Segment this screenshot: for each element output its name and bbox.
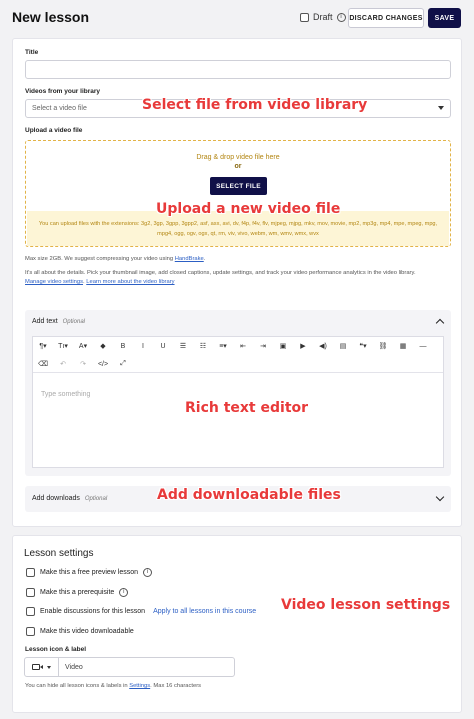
page-title: New lesson <box>12 9 90 25</box>
downloadable-checkbox[interactable] <box>26 627 35 636</box>
handbrake-link[interactable]: HandBrake <box>175 256 204 262</box>
draft-toggle[interactable]: Draft i <box>300 12 346 22</box>
title-label: Title <box>25 49 39 56</box>
toolbar-button-2[interactable]: A▾ <box>73 342 93 350</box>
prerequisite-checkbox[interactable] <box>26 588 35 597</box>
manage-video-settings-link[interactable]: Manage video settings <box>25 279 83 285</box>
toolbar-button-13[interactable]: ▶ <box>293 342 313 350</box>
info-icon[interactable]: i <box>336 12 346 22</box>
toolbar-button-0[interactable]: ¶▾ <box>33 342 53 350</box>
settings-link[interactable]: Settings <box>129 683 150 689</box>
editor-placeholder: Type something <box>41 391 91 398</box>
library-label: Videos from your library <box>25 88 101 95</box>
toolbar-button-18[interactable]: ▦ <box>393 342 413 350</box>
toolbar-button-1[interactable]: Tı▾ <box>53 342 73 350</box>
save-button[interactable]: SAVE <box>428 8 461 28</box>
toolbar-button-11[interactable]: ⇥ <box>253 342 273 350</box>
editor-toolbar: ¶▾ Tı▾ A▾ ◆ B I U ☰ ☷ ≡▾ ⇤ ⇥ ▣ ▶ ◀) ▤ ❝▾ ⛓ ▦ — ⌫ ↶ ↷ </> ⤢ <box>33 337 443 373</box>
toolbar-button-19[interactable]: — <box>413 343 433 350</box>
hide-note-text: You can hide all lesson icons & labels i… <box>25 683 128 689</box>
lesson-icon-label-field: Video <box>24 657 235 677</box>
chevron-down-icon <box>47 665 51 669</box>
prerequisite-option[interactable]: Make this a prerequisite i <box>26 588 129 597</box>
add-downloads-header: Add downloads Optional <box>32 495 107 502</box>
toolbar-button-7[interactable]: ☰ <box>173 342 193 350</box>
discussions-checkbox[interactable] <box>26 607 35 616</box>
free-preview-option[interactable]: Make this a free preview lesson i <box>26 568 153 577</box>
lesson-settings-title: Lesson settings <box>24 548 94 559</box>
annotation-settings: Video lesson settings <box>281 597 451 613</box>
details-text: It's all about the details. Pick your th… <box>25 270 416 276</box>
details-note: It's all about the details. Pick your th… <box>25 270 416 285</box>
free-preview-label: Make this a free preview lesson <box>40 569 139 576</box>
lesson-icon-select[interactable] <box>25 658 59 676</box>
discussions-label: Enable discussions for this lesson <box>40 608 146 615</box>
video-camera-icon <box>32 664 43 670</box>
optional-tag: Optional <box>62 319 85 325</box>
toolbar-button-12[interactable]: ▣ <box>273 342 293 350</box>
toolbar-button-4[interactable]: B <box>113 343 133 350</box>
or-text: or <box>234 163 242 170</box>
add-text-label: Add text <box>32 318 58 325</box>
hide-note-suffix: . Max 16 characters <box>150 683 202 689</box>
draft-checkbox[interactable] <box>300 12 309 22</box>
chevron-down-icon[interactable] <box>435 492 445 502</box>
info-icon[interactable]: i <box>143 568 153 577</box>
toolbar-row2-button-4[interactable]: ⤢ <box>113 360 133 368</box>
select-file-button[interactable]: SELECT FILE <box>210 177 267 195</box>
video-library-placeholder: Select a video file <box>32 105 87 112</box>
toolbar-button-9[interactable]: ≡▾ <box>213 342 233 350</box>
max-size-text: Max size 2GB. We suggest compressing you… <box>25 256 174 262</box>
draft-label: Draft <box>313 12 333 22</box>
add-text-header[interactable]: Add text Optional <box>32 318 85 325</box>
toolbar-button-15[interactable]: ▤ <box>333 342 353 350</box>
discard-changes-button[interactable]: DISCARD CHANGES <box>348 8 424 28</box>
toolbar-button-17[interactable]: ⛓ <box>373 342 393 350</box>
toolbar-row2-button-1[interactable]: ↶ <box>53 360 73 368</box>
toolbar-row-2: ⌫ ↶ ↷ </> ⤢ <box>33 355 443 373</box>
free-preview-checkbox[interactable] <box>26 568 35 577</box>
upload-label: Upload a video file <box>25 127 83 134</box>
annotation-rich-text: Rich text editor <box>185 400 309 416</box>
toolbar-row2-button-3[interactable]: </> <box>93 361 113 368</box>
prerequisite-label: Make this a prerequisite <box>40 589 115 596</box>
toolbar-row2-button-0[interactable]: ⌫ <box>33 360 53 368</box>
annotation-upload: Upload a new video file <box>156 201 341 217</box>
annotation-library: Select file from video library <box>142 97 368 113</box>
hide-icons-note: You can hide all lesson icons & labels i… <box>25 682 201 691</box>
chevron-down-icon <box>438 106 444 110</box>
toolbar-row-1: ¶▾ Tı▾ A▾ ◆ B I U ☰ ☷ ≡▾ ⇤ ⇥ ▣ ▶ ◀) ▤ ❝▾ ⛓ ▦ — <box>33 337 443 355</box>
lesson-label-input[interactable]: Video <box>59 664 83 671</box>
video-dropzone[interactable]: Drag & drop video file here or SELECT FI… <box>25 140 451 247</box>
apply-to-all-link[interactable]: Apply to all lessons in this course <box>153 608 256 615</box>
drag-drop-text: Drag & drop video file here <box>196 154 280 161</box>
icon-label-title: Lesson icon & label <box>25 646 87 653</box>
info-icon[interactable]: i <box>119 588 129 597</box>
toolbar-button-10[interactable]: ⇤ <box>233 342 253 350</box>
toolbar-row2-button-2[interactable]: ↷ <box>73 360 93 368</box>
downloadable-option[interactable]: Make this video downloadable <box>26 627 134 636</box>
title-input[interactable] <box>25 60 451 79</box>
downloadable-label: Make this video downloadable <box>40 628 134 635</box>
chevron-up-icon[interactable] <box>435 318 445 328</box>
toolbar-button-5[interactable]: I <box>133 343 153 350</box>
toolbar-button-6[interactable]: U <box>153 343 173 350</box>
lesson-settings-card: Lesson settings Make this a free preview… <box>12 535 462 713</box>
learn-more-link[interactable]: Learn more about the video library <box>86 279 174 285</box>
annotation-downloads: Add downloadable files <box>157 487 341 503</box>
top-bar: New lesson Draft i DISCARD CHANGES SAVE <box>0 0 474 36</box>
toolbar-button-8[interactable]: ☷ <box>193 342 213 350</box>
discussions-option[interactable]: Enable discussions for this lesson Apply… <box>26 607 256 616</box>
add-downloads-label: Add downloads <box>32 495 80 502</box>
toolbar-button-16[interactable]: ❝▾ <box>353 342 373 350</box>
max-size-note: Max size 2GB. We suggest compressing you… <box>25 256 206 262</box>
add-text-section: Add text Optional ¶▾ Tı▾ A▾ ◆ B I U ☰ ☷ ≡▾ ⇤ ⇥ ▣ ▶ ◀) ▤… <box>25 310 451 476</box>
optional-tag: Optional <box>84 496 108 502</box>
toolbar-button-14[interactable]: ◀) <box>313 342 333 350</box>
toolbar-button-3[interactable]: ◆ <box>93 342 113 350</box>
